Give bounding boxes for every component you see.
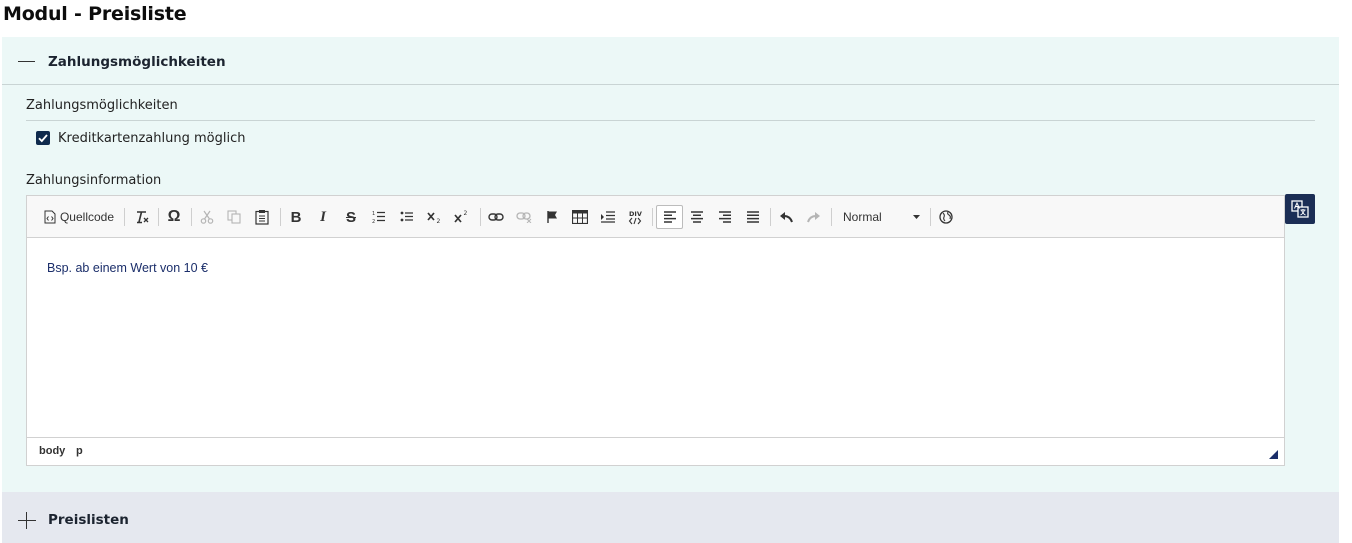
toolbar-separator — [652, 208, 653, 226]
toolbar-separator — [930, 208, 931, 226]
editor-toolbar: Quellcode Ω B I S 1 2 2 2 DIV Normal — [27, 196, 1284, 238]
group-label: Zahlungsmöglichkeiten — [26, 98, 178, 113]
payment-options-header[interactable]: Zahlungsmöglichkeiten — [2, 37, 1339, 85]
toolbar-separator — [191, 208, 192, 226]
bold-icon: B — [290, 208, 302, 226]
toolbar-separator — [158, 208, 159, 226]
align-right-icon — [719, 211, 731, 223]
svg-text:2: 2 — [464, 210, 468, 217]
special-char-button[interactable]: Ω — [162, 205, 186, 229]
unlink-button[interactable] — [512, 205, 536, 229]
svg-text:2: 2 — [437, 218, 441, 224]
align-left-icon — [663, 211, 676, 223]
credit-card-checkbox-label[interactable]: Kreditkartenzahlung möglich — [58, 131, 245, 146]
resize-grip[interactable] — [1269, 450, 1278, 459]
toolbar-separator — [124, 208, 125, 226]
remove-format-button[interactable] — [130, 205, 154, 229]
bold-button[interactable]: B — [284, 205, 308, 229]
payment-options-section: Zahlungsmöglichkeiten Zahlungsmöglichkei… — [2, 37, 1339, 492]
justify-button[interactable] — [741, 205, 765, 229]
collapse-icon[interactable] — [18, 61, 35, 62]
svg-text:2: 2 — [372, 219, 375, 224]
superscript-icon: 2 — [454, 210, 468, 223]
undo-icon — [780, 212, 793, 223]
unlink-icon — [516, 212, 532, 223]
subscript-button[interactable]: 2 — [423, 205, 447, 229]
table-button[interactable] — [568, 205, 592, 229]
bullet-list-button[interactable] — [395, 205, 419, 229]
italic-button[interactable]: I — [311, 205, 335, 229]
div-container-button[interactable]: DIV — [623, 205, 647, 229]
toolbar-separator — [280, 208, 281, 226]
undo-button[interactable] — [774, 205, 798, 229]
payment-info-label: Zahlungsinformation — [26, 173, 162, 188]
toolbar-separator — [770, 208, 771, 226]
numbered-list-icon: 1 2 — [372, 211, 385, 224]
toolbar-separator — [480, 208, 481, 226]
expand-icon-vertical[interactable] — [26, 512, 27, 529]
editor-statusbar: body p — [27, 437, 1284, 465]
chevron-down-icon — [913, 215, 920, 219]
path-body[interactable]: body — [39, 445, 65, 457]
rich-text-editor: Quellcode Ω B I S 1 2 2 2 DIV Normal Bsp… — [26, 195, 1285, 466]
scissors-icon — [200, 210, 214, 224]
language-button[interactable] — [934, 205, 958, 229]
section-title: Zahlungsmöglichkeiten — [48, 54, 226, 70]
remove-format-icon — [137, 211, 149, 224]
div-icon: DIV — [628, 210, 642, 225]
superscript-button[interactable]: 2 — [450, 205, 474, 229]
section-title: Preislisten — [48, 512, 129, 528]
link-icon — [488, 213, 504, 221]
align-left-button[interactable] — [656, 205, 683, 229]
numbered-list-button[interactable]: 1 2 — [367, 205, 391, 229]
editor-content[interactable]: Bsp. ab einem Wert von 10 € — [47, 261, 208, 275]
align-center-icon — [691, 211, 703, 223]
format-dropdown[interactable]: Normal — [837, 205, 925, 229]
toolbar-separator — [831, 208, 832, 226]
svg-text:1: 1 — [372, 211, 375, 217]
source-label: Quellcode — [59, 210, 115, 224]
source-icon — [44, 210, 56, 224]
svg-text:DIV: DIV — [629, 210, 642, 218]
align-center-button[interactable] — [685, 205, 709, 229]
checkmark-icon — [38, 134, 48, 143]
page-title: Modul - Preisliste — [3, 3, 187, 25]
translate-icon — [1291, 200, 1309, 218]
table-icon — [572, 210, 588, 224]
copy-icon — [227, 210, 241, 224]
flag-icon — [547, 211, 557, 223]
globe-icon — [939, 210, 953, 224]
justify-icon — [747, 211, 759, 223]
align-right-button[interactable] — [713, 205, 737, 229]
indent-icon — [601, 211, 615, 223]
indent-button[interactable] — [596, 205, 620, 229]
path-p[interactable]: p — [76, 445, 83, 457]
omega-icon: Ω — [167, 208, 181, 225]
expand-icon[interactable] — [18, 520, 36, 521]
link-button[interactable] — [484, 205, 508, 229]
format-dropdown-value: Normal — [843, 210, 882, 224]
subscript-icon: 2 — [427, 212, 441, 224]
strikethrough-button[interactable]: S — [339, 205, 363, 229]
source-button[interactable]: Quellcode — [41, 205, 117, 229]
clipboard-icon — [255, 210, 269, 225]
redo-icon — [807, 212, 820, 223]
italic-icon: I — [320, 208, 326, 225]
copy-button[interactable] — [222, 205, 246, 229]
translate-button[interactable] — [1285, 194, 1315, 224]
paste-button[interactable] — [250, 205, 274, 229]
cut-button[interactable] — [195, 205, 219, 229]
price-lists-section[interactable]: Preislisten — [2, 492, 1339, 543]
bullet-list-icon — [400, 211, 413, 222]
anchor-button[interactable] — [540, 205, 564, 229]
credit-card-checkbox[interactable] — [36, 131, 50, 145]
divider — [26, 120, 1315, 121]
redo-button[interactable] — [802, 205, 826, 229]
strikethrough-icon: S — [345, 208, 356, 226]
